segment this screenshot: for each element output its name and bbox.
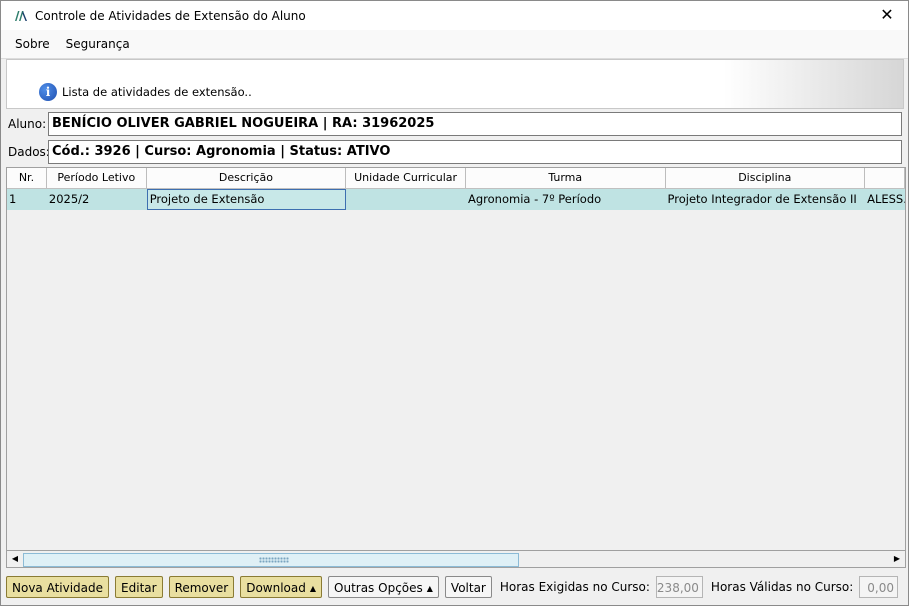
horas-validas-label: Horas Válidas no Curso: [710, 580, 854, 594]
menu-sobre[interactable]: Sobre [7, 37, 58, 51]
outras-opcoes-button[interactable]: Outras Opções ▲ [328, 576, 439, 598]
grid-header: Nr. Período Letivo Descrição Unidade Cur… [7, 168, 905, 189]
col-header-professor[interactable] [865, 168, 905, 188]
horizontal-scrollbar[interactable]: ◀ ▶ [6, 550, 906, 568]
scroll-grip-icon [259, 557, 289, 563]
download-button[interactable]: Download ▲ [240, 576, 323, 598]
content-area: i Lista de atividades de extensão.. Alun… [6, 59, 906, 603]
cell-periodo[interactable]: 2025/2 [47, 189, 147, 210]
outras-opcoes-label: Outras Opções [334, 581, 423, 595]
menu-seguranca[interactable]: Segurança [58, 37, 138, 51]
remover-button[interactable]: Remover [168, 576, 235, 598]
window-title: Controle de Atividades de Extensão do Al… [35, 8, 306, 23]
scroll-right-icon[interactable]: ▶ [889, 551, 905, 567]
horas-exigidas-field: 238,00 [655, 576, 703, 598]
cell-professor[interactable]: ALESS. [865, 189, 905, 210]
menu-bar: Sobre Segurança [1, 30, 908, 59]
col-header-disciplina[interactable]: Disciplina [665, 168, 866, 188]
main-window: Controle de Atividades de Extensão do Al… [0, 0, 909, 606]
cell-nr[interactable]: 1 [7, 189, 47, 210]
app-logo-icon [15, 10, 27, 21]
download-label: Download [246, 581, 306, 595]
dados-label: Dados: [8, 145, 50, 159]
scroll-track[interactable] [23, 552, 889, 567]
cell-disciplina[interactable]: Projeto Integrador de Extensão II [666, 189, 866, 210]
horas-exigidas-label: Horas Exigidas no Curso: [499, 580, 650, 594]
cell-descricao[interactable]: Projeto de Extensão [146, 189, 347, 210]
aluno-field: BENÍCIO OLIVER GABRIEL NOGUEIRA | RA: 31… [48, 112, 902, 136]
table-row[interactable]: 1 2025/2 Projeto de Extensão Agronomia -… [7, 189, 905, 210]
bottom-toolbar: Nova Atividade Editar Remover Download ▲ … [6, 573, 904, 601]
info-icon: i [39, 83, 57, 101]
dados-field: Cód.: 3926 | Curso: Agronomia | Status: … [48, 140, 902, 164]
scroll-left-icon[interactable]: ◀ [7, 551, 23, 567]
horas-validas-field: 0,00 [859, 576, 898, 598]
aluno-row: Aluno: BENÍCIO OLIVER GABRIEL NOGUEIRA |… [6, 111, 904, 137]
voltar-button[interactable]: Voltar [444, 576, 492, 598]
col-header-nr[interactable]: Nr. [7, 168, 47, 188]
dados-row: Dados: Cód.: 3926 | Curso: Agronomia | S… [6, 139, 904, 165]
title-bar: Controle de Atividades de Extensão do Al… [1, 1, 908, 30]
editar-button[interactable]: Editar [115, 576, 163, 598]
cell-unidade[interactable] [346, 189, 466, 210]
col-header-descricao[interactable]: Descrição [146, 168, 347, 188]
col-header-periodo[interactable]: Período Letivo [46, 168, 147, 188]
cell-turma[interactable]: Agronomia - 7º Período [466, 189, 666, 210]
caret-up-icon: ▲ [426, 583, 433, 593]
info-panel: i Lista de atividades de extensão.. [6, 59, 904, 109]
info-text: Lista de atividades de extensão.. [62, 85, 252, 99]
col-header-unidade[interactable]: Unidade Curricular [346, 168, 466, 188]
close-icon[interactable]: ✕ [876, 5, 898, 25]
activities-grid[interactable]: Nr. Período Letivo Descrição Unidade Cur… [6, 167, 906, 552]
nova-atividade-button[interactable]: Nova Atividade [6, 576, 110, 598]
aluno-label: Aluno: [8, 117, 47, 131]
caret-up-icon: ▲ [309, 583, 317, 593]
scroll-thumb[interactable] [23, 553, 519, 567]
col-header-turma[interactable]: Turma [465, 168, 666, 188]
